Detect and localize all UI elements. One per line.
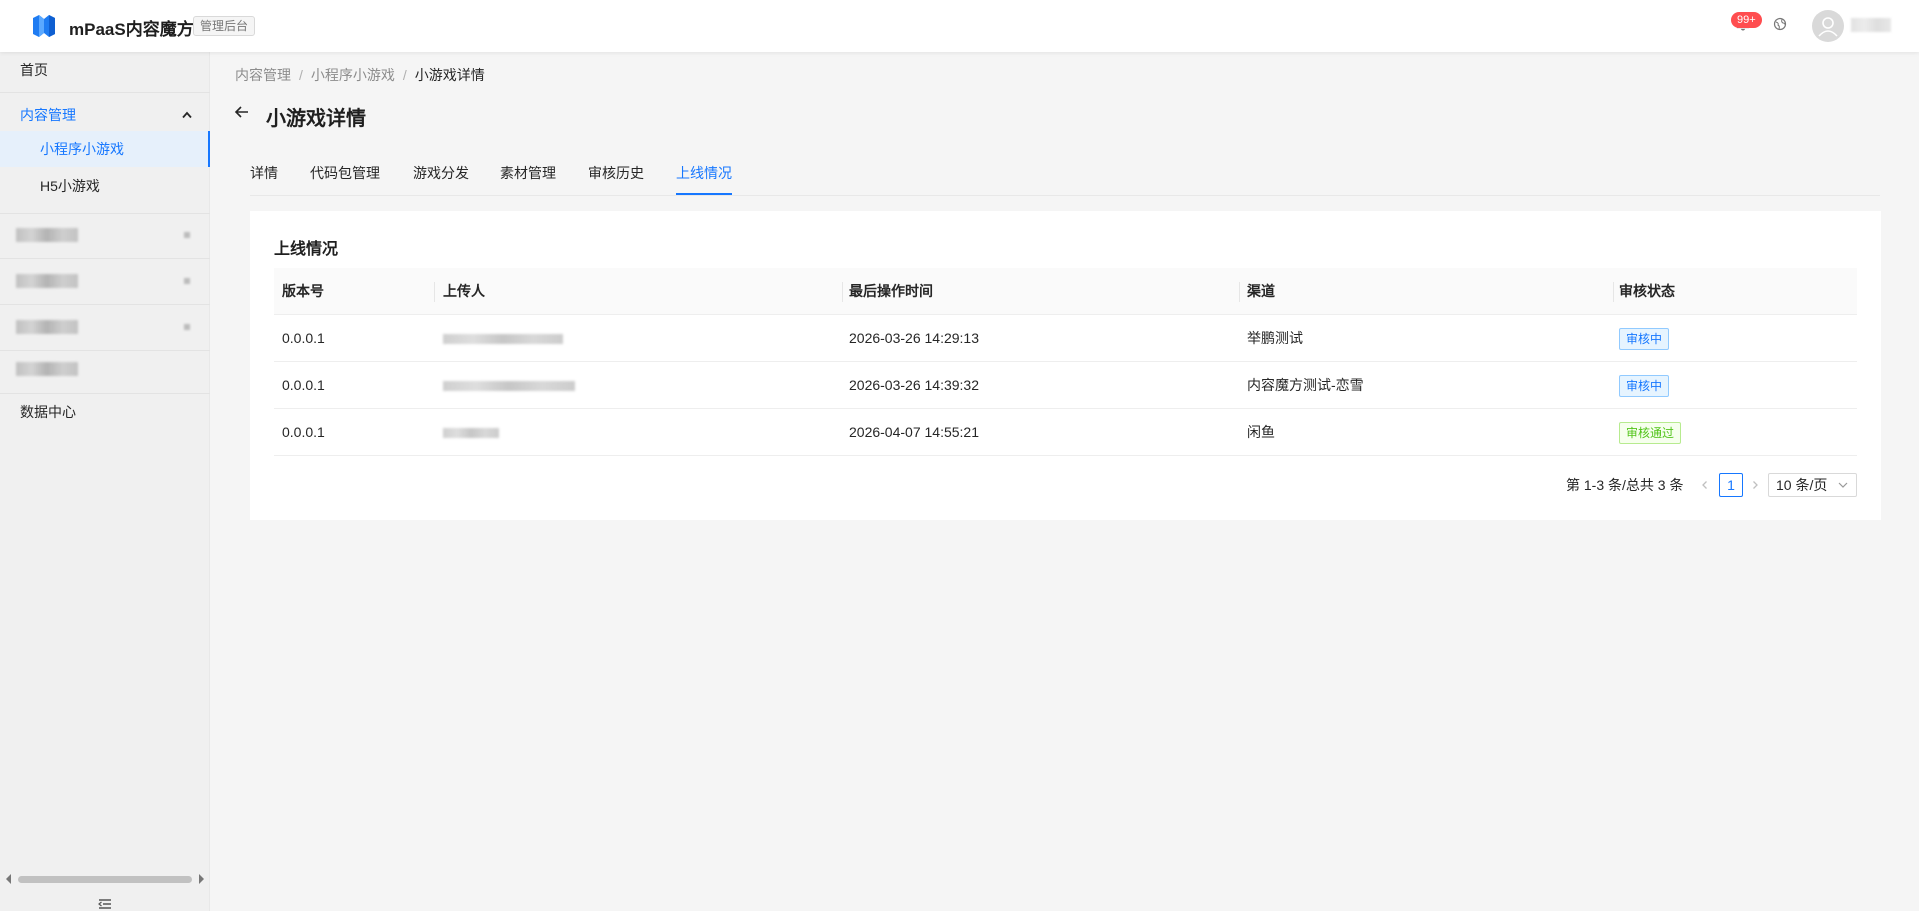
scroll-left-icon[interactable] [6,874,11,884]
divider [0,304,210,305]
page-size-select[interactable]: 10 条/页 [1768,473,1857,497]
time-cell: 2026-04-07 14:55:21 [849,424,979,440]
column-separator [434,282,435,302]
tab-details[interactable]: 详情 [250,163,278,183]
user-icon [1818,17,1838,37]
tab-review-history[interactable]: 审核历史 [588,163,644,183]
section-title: 上线情况 [274,241,339,258]
breadcrumb: 内容管理 / 小程序小游戏 / 小游戏详情 [235,65,485,85]
tab-code-package[interactable]: 代码包管理 [310,163,380,183]
sidebar-item-label: 首页 [20,62,48,78]
online-status-card: 上线情况 版本号 上传人 最后操作时间 渠道 审核状态 0.0.0.1 2026… [250,211,1881,520]
chevron-down-icon [1838,482,1848,488]
column-header: 最后操作时间 [849,283,933,299]
sidebar: 首页 内容管理 小程序小游戏 H5小游戏 数据中心 [0,52,210,911]
tab-bar: 详情 代码包管理 游戏分发 素材管理 审核历史 上线情况 [250,150,1880,196]
app-name[interactable]: mPaaS内容魔方 [69,15,194,40]
uploader-redacted [443,381,575,391]
pagination-total: 第 1-3 条/总共 3 条 [1566,477,1684,493]
sidebar-horizontal-scrollbar[interactable] [6,874,204,884]
sidebar-item-home[interactable]: 首页 [0,52,210,88]
version-cell: 0.0.0.1 [282,424,325,440]
version-cell: 0.0.0.1 [282,330,325,346]
tab-materials[interactable]: 素材管理 [500,163,556,183]
tab-distribution[interactable]: 游戏分发 [413,163,469,183]
sidebar-item-label: 内容管理 [20,107,76,123]
breadcrumb-separator: / [402,67,407,83]
sidebar-group-content-management[interactable]: 内容管理 [0,97,210,133]
column-header: 版本号 [282,283,324,299]
table-row[interactable]: 0.0.0.1 2026-04-07 14:55:21 闲鱼 审核通过 [274,409,1857,456]
top-header: mPaaS内容魔方 管理后台 99+ [0,0,1919,52]
sidebar-item-mini-program-games[interactable]: 小程序小游戏 [0,131,210,167]
notification-badge[interactable]: 99+ [1731,12,1762,28]
column-separator [1239,282,1240,302]
table-header: 版本号 上传人 最后操作时间 渠道 审核状态 [274,268,1857,315]
sidebar-item-h5-games[interactable]: H5小游戏 [0,168,210,204]
chevron-down-icon [184,278,190,284]
uploader-redacted [443,334,563,344]
mpaas-logo-icon[interactable] [30,12,58,40]
version-cell: 0.0.0.1 [282,377,325,393]
chevron-right-icon[interactable] [1750,480,1760,490]
page-size-value: 10 条/页 [1776,477,1828,493]
breadcrumb-item[interactable]: 内容管理 [235,67,291,83]
page-title: 小游戏详情 [266,108,366,130]
scroll-right-icon[interactable] [199,874,204,884]
sidebar-item-label: H5小游戏 [40,178,100,194]
divider [0,350,210,351]
chevron-left-icon[interactable] [1700,480,1710,490]
breadcrumb-item[interactable]: 小程序小游戏 [311,67,395,83]
chevron-down-icon [184,324,190,330]
column-header: 渠道 [1247,283,1275,299]
time-cell: 2026-03-26 14:29:13 [849,330,979,346]
breadcrumb-current: 小游戏详情 [414,67,485,83]
sidebar-item-label: 小程序小游戏 [40,141,124,157]
divider [0,213,210,214]
sidebar-item-label: 数据中心 [20,404,76,420]
column-header: 审核状态 [1619,283,1675,299]
sidebar-item-data-center[interactable]: 数据中心 [0,394,210,430]
admin-tag: 管理后台 [193,16,256,36]
time-cell: 2026-03-26 14:39:32 [849,377,979,393]
divider [0,258,210,259]
channel-cell: 闲鱼 [1247,424,1275,440]
online-status-table: 版本号 上传人 最后操作时间 渠道 审核状态 0.0.0.1 2026-03-2… [274,268,1857,456]
avatar[interactable] [1812,10,1844,42]
tab-active-indicator [676,193,732,195]
divider [0,92,210,93]
column-separator [1613,282,1614,302]
channel-cell: 举鹏测试 [1247,330,1303,346]
channel-cell: 内容魔方测试-恋雪 [1247,377,1364,393]
sidebar-item-redacted[interactable] [16,274,78,288]
menu-collapse-icon[interactable] [98,898,112,910]
chevron-down-icon [184,232,190,238]
username-redacted[interactable] [1851,18,1891,32]
status-badge: 审核中 [1619,328,1670,350]
sidebar-item-redacted[interactable] [16,228,78,242]
uploader-redacted [443,428,499,438]
sidebar-item-redacted[interactable] [16,362,78,376]
column-header: 上传人 [443,283,485,299]
table-row[interactable]: 0.0.0.1 2026-03-26 14:29:13 举鹏测试 审核中 [274,315,1857,362]
scrollbar-thumb[interactable] [18,876,192,883]
back-arrow-icon[interactable] [234,104,250,120]
status-badge: 审核中 [1619,375,1670,397]
status-badge: 审核通过 [1619,422,1682,444]
column-separator [842,282,843,302]
breadcrumb-separator: / [299,67,303,83]
globe-icon[interactable] [1773,17,1787,31]
table-row[interactable]: 0.0.0.1 2026-03-26 14:39:32 内容魔方测试-恋雪 审核… [274,362,1857,409]
tab-online-status[interactable]: 上线情况 [676,163,732,183]
sidebar-item-redacted[interactable] [16,320,78,334]
pagination-page-current[interactable]: 1 [1719,473,1743,497]
chevron-up-icon [182,111,192,119]
